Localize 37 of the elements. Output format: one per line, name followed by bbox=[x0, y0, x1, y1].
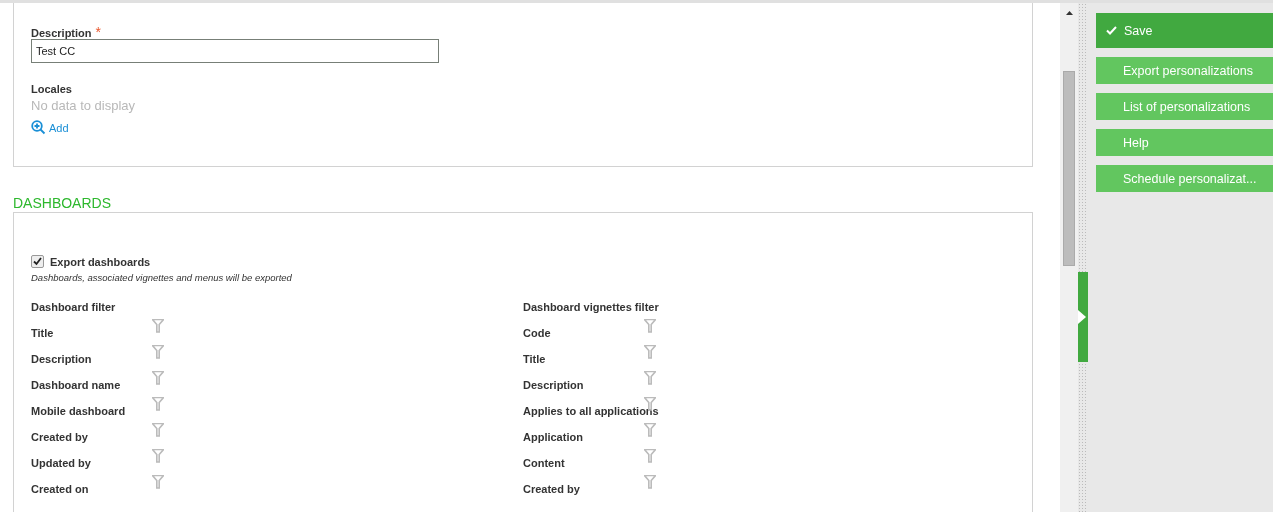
filter-field-label: Description bbox=[523, 379, 584, 391]
filter-field-label: Updated by bbox=[31, 457, 91, 469]
action-button[interactable]: Help bbox=[1096, 129, 1273, 156]
scroll-thumb[interactable] bbox=[1063, 71, 1075, 266]
filter-field-label: Applies to all applications bbox=[523, 405, 659, 417]
filter-field-label: Mobile dashboard bbox=[31, 405, 126, 417]
checkbox-label: Export dashboards bbox=[50, 255, 151, 268]
field-label: Description bbox=[31, 27, 92, 39]
filter-field-label: Created on bbox=[31, 483, 89, 495]
filter-field-label: Created by bbox=[523, 483, 580, 495]
action-button[interactable]: Schedule personalizat... bbox=[1096, 165, 1273, 192]
scroll-up-icon[interactable] bbox=[1066, 11, 1073, 15]
empty-message: No data to display bbox=[31, 98, 137, 113]
filter-title: Dashboard vignettes filter bbox=[523, 301, 660, 315]
checkbox[interactable] bbox=[31, 255, 44, 268]
filter-field-label: Code bbox=[523, 327, 551, 339]
field-label: Locales bbox=[31, 83, 73, 95]
action-button[interactable]: Save bbox=[1096, 13, 1273, 48]
add-link[interactable]: Add bbox=[31, 120, 69, 135]
panel-toggle[interactable] bbox=[1078, 272, 1088, 362]
filter-field-label: Description bbox=[31, 353, 92, 365]
filter-title: Dashboard filter bbox=[31, 301, 117, 315]
required-mark: * bbox=[95, 24, 101, 40]
action-button[interactable]: Export personalizations bbox=[1096, 57, 1273, 84]
scrollbar[interactable] bbox=[1060, 3, 1078, 512]
description-field[interactable]: Test CC bbox=[31, 39, 439, 63]
filter-field-label: Content bbox=[523, 457, 565, 469]
filter-field-label: Application bbox=[523, 431, 583, 443]
filter-field-label: Title bbox=[523, 353, 546, 365]
filter-field-label: Title bbox=[31, 327, 54, 339]
check-icon bbox=[1106, 26, 1117, 35]
filter-field-label: Created by bbox=[31, 431, 88, 443]
action-button[interactable]: List of personalizations bbox=[1096, 93, 1273, 120]
section-heading: DASHBOARDS bbox=[13, 195, 113, 212]
filter-field-label: Dashboard name bbox=[31, 379, 121, 391]
hint-text: Dashboards, associated vignettes and menus will be exported bbox=[31, 272, 293, 283]
add-zoom-icon bbox=[31, 120, 46, 135]
